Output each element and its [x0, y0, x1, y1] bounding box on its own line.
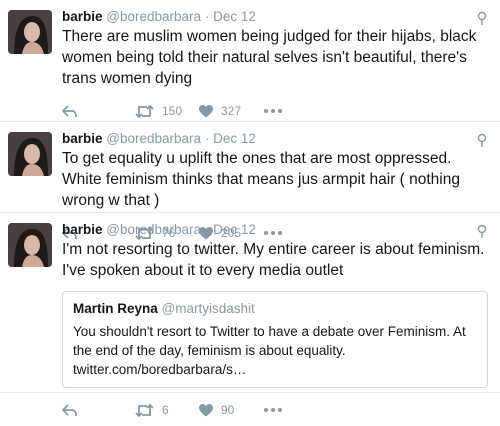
retweet-count: 6 — [162, 403, 169, 417]
like-button[interactable]: 90 — [199, 400, 234, 420]
retweet-button[interactable]: 6 — [135, 400, 169, 420]
retweet-button[interactable]: 150 — [135, 101, 182, 121]
pin-icon[interactable] — [476, 133, 488, 147]
reply-icon — [62, 403, 77, 416]
timestamp[interactable]: Dec 12 — [213, 131, 256, 146]
pin-icon[interactable] — [476, 11, 488, 25]
tweet-header: barbie @boredbarbara · Dec 12 — [62, 221, 488, 239]
separator: · — [204, 222, 210, 237]
retweet-count: 150 — [162, 104, 183, 118]
tweet-text: There are muslim women being judged for … — [62, 28, 477, 87]
tweet-text: To get equality u uplift the ones that a… — [62, 150, 460, 209]
pin-icon[interactable] — [476, 224, 488, 238]
display-name[interactable]: barbie — [62, 131, 103, 146]
tweet-text: I'm not resorting to twitter. My entire … — [62, 241, 485, 279]
avatar[interactable] — [8, 10, 52, 54]
tweet[interactable]: barbie @boredbarbara · Dec 12 I'm not re… — [0, 213, 500, 417]
tweet-actions: 6 90 — [62, 396, 488, 426]
quoted-tweet-header: Martin Reyna @martyisdashit — [73, 300, 477, 318]
timestamp[interactable]: Dec 12 — [213, 9, 256, 24]
avatar[interactable] — [8, 132, 52, 176]
like-count: 90 — [221, 403, 235, 417]
tweet[interactable]: barbie @boredbarbara · Dec 12 There are … — [0, 0, 500, 122]
quoted-display-name[interactable]: Martin Reyna — [73, 301, 158, 316]
retweet-icon — [135, 104, 154, 118]
tweet[interactable]: barbie @boredbarbara · Dec 12 To get equ… — [0, 122, 500, 240]
handle[interactable]: @boredbarbara — [106, 222, 201, 237]
tweet-header: barbie @boredbarbara · Dec 12 — [62, 8, 488, 26]
separator: · — [204, 9, 210, 24]
reply-icon — [62, 104, 77, 117]
more-button[interactable] — [264, 101, 282, 121]
avatar[interactable] — [8, 223, 52, 267]
like-button[interactable]: 327 — [199, 101, 241, 121]
more-button[interactable] — [264, 400, 282, 420]
separator: · — [204, 131, 210, 146]
retweet-icon — [135, 403, 154, 417]
timeline: barbie @boredbarbara · Dec 12 There are … — [0, 0, 500, 417]
more-dots-icon — [264, 109, 282, 113]
quoted-tweet[interactable]: Martin Reyna @martyisdashit You shouldn'… — [62, 291, 488, 388]
handle[interactable]: @boredbarbara — [106, 131, 201, 146]
reply-button[interactable] — [62, 400, 77, 420]
quoted-handle[interactable]: @martyisdashit — [162, 301, 255, 316]
more-dots-icon — [264, 408, 282, 412]
tweet-header: barbie @boredbarbara · Dec 12 — [62, 130, 488, 148]
handle[interactable]: @boredbarbara — [106, 9, 201, 24]
timestamp[interactable]: Dec 12 — [213, 222, 256, 237]
like-heart-icon — [199, 104, 213, 117]
quoted-tweet-text: You shouldn't resort to Twitter to have … — [73, 324, 466, 377]
like-heart-icon — [199, 403, 213, 416]
like-count: 327 — [221, 104, 242, 118]
display-name[interactable]: barbie — [62, 9, 103, 24]
reply-button[interactable] — [62, 101, 77, 121]
display-name[interactable]: barbie — [62, 222, 103, 237]
